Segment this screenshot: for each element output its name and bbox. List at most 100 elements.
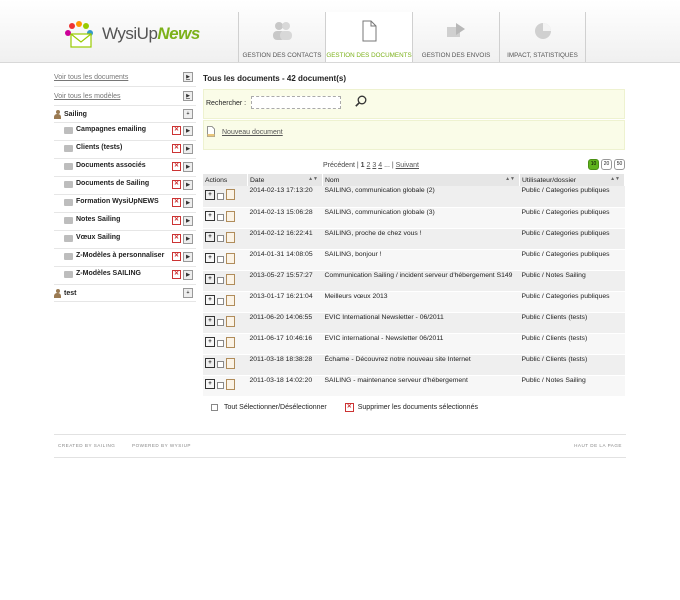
delete-selected-label[interactable]: Supprimer les documents sélectionnés [358, 404, 478, 411]
tab-documents[interactable]: GESTION DES DOCUMENTS [325, 12, 412, 62]
per-page-10[interactable]: 10 [588, 159, 599, 170]
folder-item[interactable]: Z-Modèles à personnaliser ✕ ▶ [54, 249, 196, 267]
pager-page[interactable]: 2 [367, 162, 371, 169]
expand-icon[interactable]: + [205, 295, 215, 305]
delete-icon[interactable]: ✕ [172, 162, 181, 171]
table-row[interactable]: +2011-06-17 10:46:16 EVIC international -… [203, 333, 625, 355]
document-icon[interactable] [226, 189, 235, 200]
sort-icon[interactable]: ▲▼ [308, 176, 318, 182]
delete-icon[interactable]: ✕ [172, 216, 181, 225]
link-all-templates[interactable]: Voir tous les modèles ▶ [54, 87, 196, 106]
arrow-right-icon[interactable]: ▶ [183, 234, 193, 244]
arrow-right-icon[interactable]: ▶ [183, 252, 193, 262]
app-logo[interactable]: WysiUpNews [64, 20, 204, 54]
document-icon[interactable] [226, 273, 235, 285]
expand-icon[interactable]: + [205, 232, 215, 242]
new-document-link[interactable]: Nouveau document [222, 129, 283, 136]
folder-item[interactable]: Documents de Sailing ✕ ▶ [54, 177, 196, 195]
document-icon[interactable] [226, 357, 235, 369]
document-icon[interactable] [226, 315, 235, 327]
row-name[interactable]: SAILING, proche de chez vous ! [322, 228, 520, 250]
arrow-right-icon[interactable]: ▶ [183, 180, 193, 190]
row-checkbox[interactable] [217, 277, 224, 284]
delete-icon[interactable]: ✕ [172, 180, 181, 189]
delete-icon[interactable]: ✕ [172, 252, 181, 261]
folder-item[interactable]: Campagnes emailing ✕ ▶ [54, 123, 196, 141]
arrow-right-icon[interactable]: ▶ [183, 91, 193, 101]
document-icon[interactable] [226, 378, 235, 390]
search-input[interactable] [251, 96, 341, 109]
delete-icon[interactable]: ✕ [172, 270, 181, 279]
table-row[interactable]: +2014-02-12 16:22:41 SAILING, proche de c… [203, 228, 625, 250]
sort-icon[interactable]: ▲▼ [610, 176, 620, 182]
expand-icon[interactable]: + [205, 337, 215, 347]
table-row[interactable]: +2011-03-18 14:02:20 SAILING - maintenanc… [203, 375, 625, 397]
select-all-label[interactable]: Tout Sélectionner/Désélectionner [224, 404, 327, 411]
delete-icon[interactable]: ✕ [172, 126, 181, 135]
folder-item[interactable]: Notes Sailing ✕ ▶ [54, 213, 196, 231]
folder-item[interactable]: Z-Modèles SAILING ✕ ▶ [54, 267, 196, 285]
col-date[interactable]: Date ▲▼ [247, 174, 323, 186]
arrow-right-icon[interactable]: ▶ [183, 144, 193, 154]
arrow-right-icon[interactable]: ▶ [183, 270, 193, 280]
folder-item[interactable]: Documents associés ✕ ▶ [54, 159, 196, 177]
footer-top-link[interactable]: HAUT DE LA PAGE [574, 443, 622, 448]
footer-powered[interactable]: POWERED BY WYSIUP [132, 443, 191, 448]
row-checkbox[interactable] [217, 361, 224, 368]
arrow-right-icon[interactable]: ▶ [183, 162, 193, 172]
row-checkbox[interactable] [217, 319, 224, 326]
row-checkbox[interactable] [217, 256, 224, 263]
arrow-right-icon[interactable]: ▶ [183, 72, 193, 82]
search-icon[interactable] [355, 95, 367, 107]
document-icon[interactable] [226, 294, 235, 306]
sort-icon[interactable]: ▲▼ [505, 176, 515, 182]
arrow-right-icon[interactable]: ▶ [183, 126, 193, 136]
row-name[interactable]: SAILING, communication globale (2) [322, 186, 520, 208]
tab-statistics[interactable]: IMPACT, STATISTIQUES [499, 12, 586, 62]
table-row[interactable]: +2011-06-20 14:06:55 EVIC International N… [203, 312, 625, 334]
row-checkbox[interactable] [217, 298, 224, 305]
expand-icon[interactable]: + [205, 358, 215, 368]
row-name[interactable]: EVIC International Newsletter - 06/2011 [322, 312, 520, 334]
pager-page[interactable]: 3 [372, 162, 376, 169]
folder-item[interactable]: Formation WysiUpNEWS ✕ ▶ [54, 195, 196, 213]
link-all-documents[interactable]: Voir tous les documents ▶ [54, 68, 196, 87]
table-row[interactable]: +2013-05-27 15:57:27 Communication Sailin… [203, 270, 625, 292]
document-icon[interactable] [226, 231, 235, 243]
document-icon[interactable] [226, 210, 235, 222]
user-sailing[interactable]: Sailing + [54, 106, 196, 123]
table-row[interactable]: +2014-01-31 14:08:05 SAILING, bonjour ! Pu… [203, 249, 625, 271]
delete-icon[interactable]: ✕ [172, 198, 181, 207]
delete-icon[interactable]: ✕ [344, 403, 354, 412]
row-checkbox[interactable] [217, 214, 224, 221]
folder-item[interactable]: Vœux Sailing ✕ ▶ [54, 231, 196, 249]
document-icon[interactable] [226, 252, 235, 264]
pager-page[interactable]: 4 [378, 162, 382, 169]
row-name[interactable]: Meilleurs vœux 2013 [322, 291, 520, 313]
col-name[interactable]: Nom ▲▼ [322, 174, 520, 186]
expand-icon[interactable]: + [205, 253, 215, 263]
tab-envois[interactable]: GESTION DES ENVOIS [412, 12, 499, 62]
row-name[interactable]: EVIC international - Newsletter 06/2011 [322, 333, 520, 355]
expand-icon[interactable]: + [205, 316, 215, 326]
tab-contacts[interactable]: GESTION DES CONTACTS [238, 12, 325, 62]
arrow-right-icon[interactable]: ▶ [183, 198, 193, 208]
delete-icon[interactable]: ✕ [172, 234, 181, 243]
table-row[interactable]: +2014-02-13 17:13:20 SAILING, communicati… [203, 186, 625, 208]
arrow-right-icon[interactable]: ▶ [183, 216, 193, 226]
row-checkbox[interactable] [217, 340, 224, 347]
expand-icon[interactable]: + [205, 189, 215, 200]
new-document-icon[interactable] [207, 126, 215, 137]
footer-created[interactable]: CREATED BY SAILING [58, 443, 115, 448]
table-row[interactable]: +2013-01-17 16:21:04 Meilleurs vœux 2013 P… [203, 291, 625, 313]
document-icon[interactable] [226, 336, 235, 348]
folder-item[interactable]: Clients (tests) ✕ ▶ [54, 141, 196, 159]
row-checkbox[interactable] [217, 235, 224, 242]
table-row[interactable]: +2011-03-18 18:38:28 Échame - Découvrez n… [203, 354, 625, 376]
row-name[interactable]: Échame - Découvrez notre nouveau site In… [322, 354, 520, 376]
row-name[interactable]: SAILING - maintenance serveur d'hébergem… [322, 375, 520, 397]
add-folder-icon[interactable]: + [183, 109, 193, 119]
delete-icon[interactable]: ✕ [172, 144, 181, 153]
expand-icon[interactable]: + [205, 274, 215, 284]
row-checkbox[interactable] [217, 192, 224, 200]
